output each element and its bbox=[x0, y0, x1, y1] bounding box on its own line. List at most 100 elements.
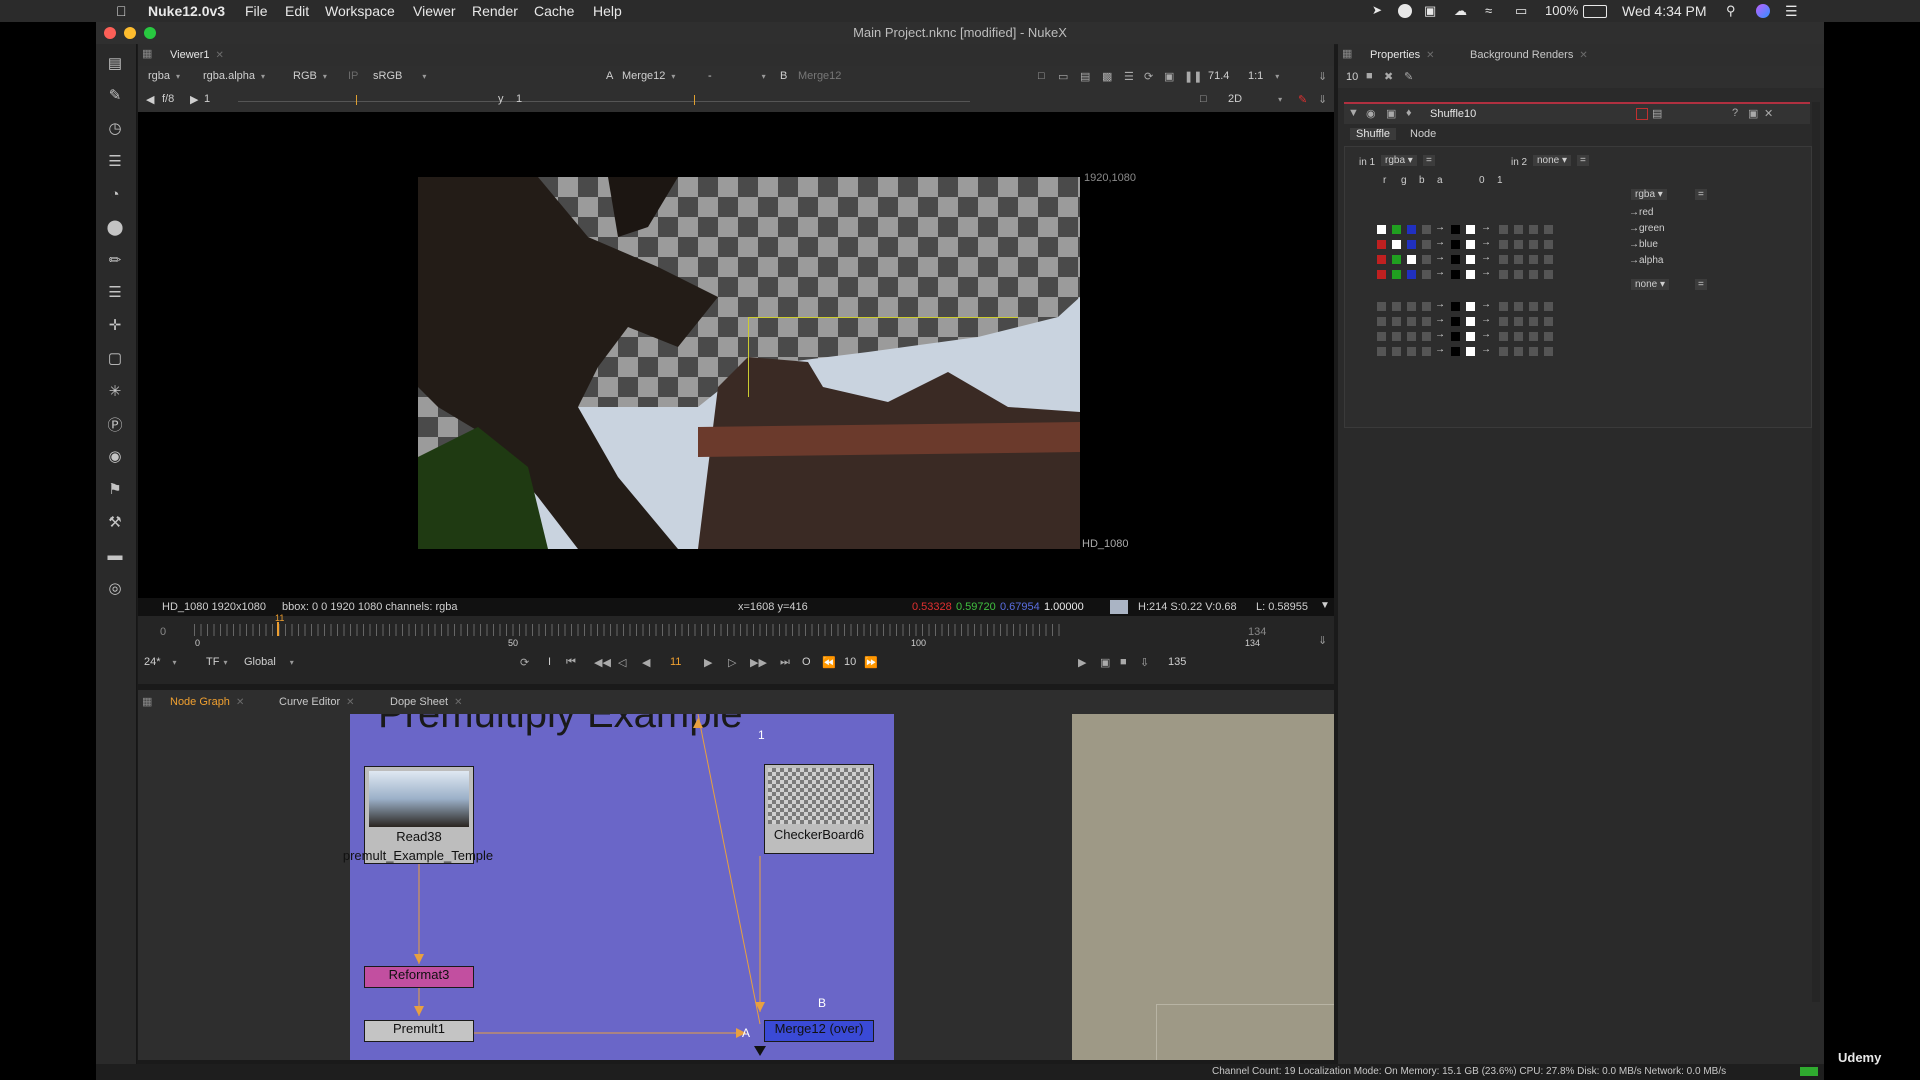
gamma-value[interactable]: 1 bbox=[516, 93, 522, 105]
playback-mode-icon[interactable]: ⟳ bbox=[520, 656, 529, 669]
transform-tools-icon[interactable]: ✛ bbox=[104, 314, 126, 336]
shuffle-constant-checkbox[interactable] bbox=[1451, 332, 1460, 341]
shuffle-checkbox[interactable] bbox=[1377, 240, 1386, 249]
a-input-dropdown[interactable]: Merge12 ▾ bbox=[622, 70, 675, 82]
shuffle-checkbox[interactable] bbox=[1377, 302, 1386, 311]
shuffle-in2-checkbox[interactable] bbox=[1529, 255, 1538, 264]
wifi-icon[interactable]: ≈ bbox=[1485, 3, 1492, 18]
current-frame-field[interactable]: 11 bbox=[670, 656, 681, 668]
shuffle-checkbox[interactable] bbox=[1407, 240, 1416, 249]
clear-panels-icon[interactable]: ✖ bbox=[1384, 70, 1393, 83]
close-icon[interactable]: ✕ bbox=[216, 50, 224, 61]
node-visibility-icon[interactable]: ◉ bbox=[1366, 107, 1376, 120]
channels-dropdown[interactable]: rgba ▾ bbox=[148, 70, 180, 82]
node-merge12[interactable]: Merge12 (over) bbox=[764, 1020, 874, 1042]
channel-tools-icon[interactable]: ☰ bbox=[104, 150, 126, 172]
tab-dope-sheet[interactable]: Dope Sheet ✕ bbox=[390, 696, 463, 708]
keyer-tools-icon[interactable]: ✏ bbox=[104, 249, 126, 271]
shuffle-in2-checkbox[interactable] bbox=[1514, 225, 1523, 234]
merge-tools-icon[interactable]: ☰ bbox=[104, 281, 126, 303]
ip-button[interactable]: IP bbox=[348, 70, 358, 82]
app-menu[interactable]: Nuke12.0v3 bbox=[148, 3, 225, 19]
spotlight-search-icon[interactable]: ⚲ bbox=[1726, 3, 1736, 19]
shuffle-in2-checkbox[interactable] bbox=[1529, 240, 1538, 249]
shuffle-in2-checkbox[interactable] bbox=[1499, 332, 1508, 341]
apple-icon[interactable]:  bbox=[116, 3, 127, 19]
shuffle-checkbox[interactable] bbox=[1407, 332, 1416, 341]
shuffle-checkbox[interactable] bbox=[1392, 347, 1401, 356]
shuffle-in2-checkbox[interactable] bbox=[1499, 347, 1508, 356]
shuffle-in2-checkbox[interactable] bbox=[1514, 255, 1523, 264]
collapse-icon[interactable]: ⇓ bbox=[1318, 93, 1327, 106]
shuffle-checkbox[interactable] bbox=[1392, 302, 1401, 311]
close-icon[interactable]: ✕ bbox=[236, 697, 244, 708]
shuffle-constant-checkbox[interactable] bbox=[1451, 317, 1460, 326]
deep-tools-icon[interactable]: Ⓟ bbox=[104, 413, 126, 435]
last-frame-icon[interactable]: ⏭ bbox=[780, 656, 790, 669]
step-forward-icon[interactable]: ⏩ bbox=[864, 656, 878, 669]
frame-out-field[interactable]: 135 bbox=[1168, 656, 1186, 668]
node-input-icon[interactable]: ▣ bbox=[1386, 107, 1396, 120]
step-field[interactable]: 10 bbox=[844, 656, 856, 668]
shuffle-checkbox[interactable] bbox=[1422, 270, 1431, 279]
gamma-slider-handle[interactable] bbox=[694, 95, 695, 105]
node-checkerboard6[interactable]: CheckerBoard6 bbox=[764, 764, 874, 854]
tab-background-renders[interactable]: Background Renders ✕ bbox=[1470, 49, 1588, 61]
shuffle-in2-checkbox[interactable] bbox=[1499, 240, 1508, 249]
shuffle-constant-checkbox[interactable] bbox=[1451, 240, 1460, 249]
timeline-playhead[interactable] bbox=[277, 622, 279, 636]
next-frame-icon[interactable]: ▷ bbox=[728, 656, 736, 669]
node-color-picker-icon[interactable]: ▤ bbox=[1652, 107, 1662, 120]
ratio-dropdown[interactable]: 1:1 ▾ bbox=[1248, 70, 1279, 82]
menu-workspace[interactable]: Workspace bbox=[325, 3, 395, 19]
fps-dropdown[interactable]: 24* ▾ bbox=[144, 656, 177, 668]
shuffle-in2-checkbox[interactable] bbox=[1514, 317, 1523, 326]
menu-viewer[interactable]: Viewer bbox=[413, 3, 456, 19]
timeline-expand-icon[interactable]: ⇓ bbox=[1318, 634, 1327, 647]
shuffle-in2-checkbox[interactable] bbox=[1514, 270, 1523, 279]
draw-tools-icon[interactable]: ✎ bbox=[104, 84, 126, 106]
time-tools-icon[interactable]: ◷ bbox=[104, 117, 126, 139]
gain-slider[interactable] bbox=[238, 101, 558, 102]
view-mode-dropdown[interactable]: 2D ▾ bbox=[1228, 93, 1282, 105]
lut-dropdown[interactable]: sRGB ▾ bbox=[373, 70, 426, 82]
fstop-value[interactable]: f/8 bbox=[162, 93, 174, 105]
shuffle-checkbox[interactable] bbox=[1377, 225, 1386, 234]
gamma-slider[interactable] bbox=[550, 101, 970, 102]
max-panels-field[interactable]: 10 bbox=[1346, 71, 1358, 83]
expand-icon[interactable]: ⇓ bbox=[1318, 70, 1327, 83]
shuffle-constant-checkbox[interactable] bbox=[1451, 270, 1460, 279]
menu-file[interactable]: File bbox=[245, 3, 268, 19]
shuffle-checkbox[interactable] bbox=[1422, 240, 1431, 249]
tab-curve-editor[interactable]: Curve Editor ✕ bbox=[279, 696, 355, 708]
mask-overlay-icon[interactable]: ▤ bbox=[1080, 70, 1090, 83]
shuffle-checkbox[interactable] bbox=[1422, 317, 1431, 326]
shuffle-checkbox[interactable] bbox=[1422, 332, 1431, 341]
shuffle-checkbox[interactable] bbox=[1377, 332, 1386, 341]
screen-share-icon[interactable]: ▣ bbox=[1424, 3, 1436, 19]
tab-viewer1[interactable]: Viewer1 ✕ bbox=[170, 49, 224, 61]
lock-panel-icon[interactable]: ■ bbox=[1366, 70, 1373, 82]
shuffle-checkbox[interactable] bbox=[1407, 317, 1416, 326]
metadata-tools-icon[interactable]: ⚑ bbox=[104, 478, 126, 500]
other-tools-icon[interactable]: ▬ bbox=[104, 544, 126, 566]
compare-mode-dropdown[interactable]: - ▾ bbox=[708, 70, 766, 82]
shuffle-checkbox[interactable] bbox=[1407, 255, 1416, 264]
shuffle-in2-checkbox[interactable] bbox=[1499, 302, 1508, 311]
shuffle-in2-checkbox[interactable] bbox=[1499, 317, 1508, 326]
shuffle-in2-checkbox[interactable] bbox=[1514, 332, 1523, 341]
shuffle-constant-checkbox[interactable] bbox=[1451, 302, 1460, 311]
menu-edit[interactable]: Edit bbox=[285, 3, 309, 19]
shuffle-in2-checkbox[interactable] bbox=[1529, 225, 1538, 234]
toolsets-icon[interactable]: ⚒ bbox=[104, 511, 126, 533]
shuffle-in2-checkbox[interactable] bbox=[1514, 302, 1523, 311]
next-keyframe-icon[interactable]: ▶▶ bbox=[750, 656, 767, 669]
shuffle-in2-checkbox[interactable] bbox=[1529, 332, 1538, 341]
close-icon[interactable]: ✕ bbox=[346, 697, 354, 708]
first-frame-icon[interactable]: ⏮ bbox=[566, 656, 576, 669]
menu-help[interactable]: Help bbox=[593, 3, 622, 19]
flipbook-icon[interactable]: ▶ bbox=[1078, 656, 1086, 669]
shuffle-constant-checkbox[interactable] bbox=[1466, 255, 1475, 264]
close-icon[interactable]: ✕ bbox=[1579, 50, 1587, 61]
step-back-icon[interactable]: ⏪ bbox=[822, 656, 836, 669]
